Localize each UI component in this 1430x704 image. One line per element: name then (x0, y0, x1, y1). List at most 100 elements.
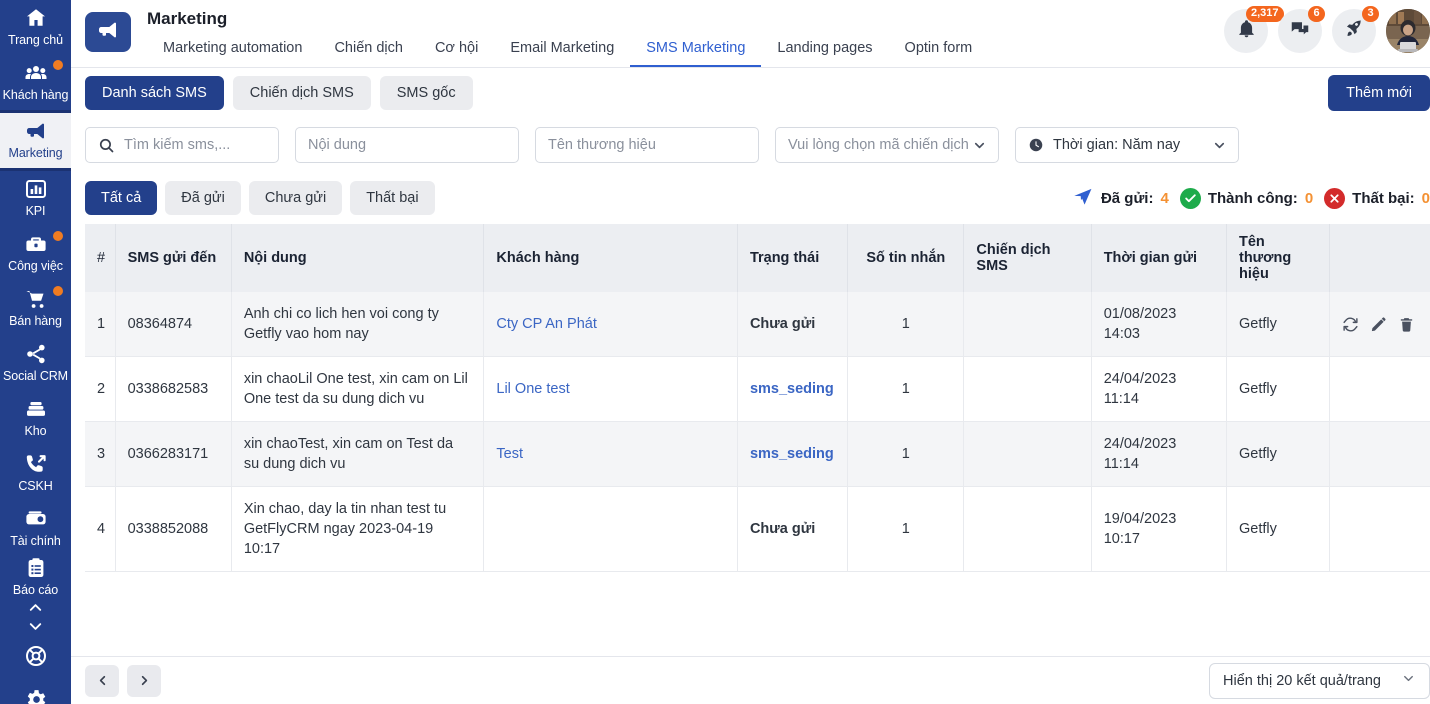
cell-index-value: 1 (97, 316, 106, 332)
campaign-select[interactable]: Vui lòng chọn mã chiến dịch (775, 127, 999, 163)
add-new-button[interactable]: Thêm mới (1328, 75, 1430, 111)
stat-failed: Thất bại: 0 (1324, 187, 1430, 209)
cell-content-value: Xin chao, day la tin nhan test tu GetFly… (243, 501, 447, 557)
tab-email-marketing[interactable]: Email Marketing (494, 40, 630, 67)
app-header: Marketing Marketing automation Chiến dịch… (71, 0, 1430, 68)
sidebar-support-button[interactable] (0, 644, 71, 673)
sidebar-item-kpi[interactable]: KPI (0, 171, 71, 226)
cell-brand-value: Getfly (1239, 381, 1277, 397)
notification-dot (53, 60, 63, 70)
sidebar-item-kho[interactable]: Kho (0, 391, 71, 446)
tab-marketing-automation[interactable]: Marketing automation (147, 40, 318, 67)
search-input[interactable]: Tìm kiếm sms,... (85, 127, 279, 163)
table-body: 1 08364874 Anh chi co lich hen voi cong ty… (85, 292, 1430, 572)
table-row[interactable]: 2 0338682583 xin chaoLil One test, xin cam… (85, 356, 1430, 422)
time-range-select[interactable]: Thời gian: Năm nay (1015, 127, 1239, 163)
sidebar-item-c-ng-vi-c[interactable]: Công việc (0, 226, 71, 281)
tab-chi-n-d-ch[interactable]: Chiến dịch (318, 40, 419, 67)
bar-chart-icon (24, 177, 48, 201)
delete-icon[interactable] (1398, 316, 1415, 333)
cell-message-count-value: 1 (901, 446, 910, 462)
clipboard-icon (24, 556, 48, 580)
main-area: Marketing Marketing automation Chiến dịch… (71, 0, 1430, 704)
tab-landing-pages[interactable]: Landing pages (761, 40, 888, 67)
content-input-placeholder: Nội dung (308, 137, 367, 153)
sidebar-item-t-i-ch-nh[interactable]: Tài chính (0, 501, 71, 556)
notification-dot (53, 231, 63, 241)
refresh-icon[interactable] (1342, 316, 1359, 333)
tab-optin-form[interactable]: Optin form (889, 40, 989, 67)
cell-actions (1329, 292, 1430, 357)
cell-brand-value: Getfly (1239, 316, 1277, 332)
sidebar-item-social-crm[interactable]: Social CRM (0, 336, 71, 391)
sidebar: Trang chủ Khách hàng Marketing KPI Công việc… (0, 0, 71, 704)
brand-input-placeholder: Tên thương hiệu (548, 137, 656, 153)
table-row[interactable]: 4 0338852088 Xin chao, day la tin nhan tes… (85, 486, 1430, 572)
status-filter-2[interactable]: Chưa gửi (248, 181, 343, 215)
sidebar-item-marketing[interactable]: Marketing (0, 113, 71, 168)
status-filter-3[interactable]: Thất bại (350, 181, 435, 215)
launcher-button[interactable]: 3 (1332, 6, 1379, 53)
sidebar-item-b-o-c-o[interactable]: Báo cáo (0, 556, 71, 598)
sidebar-item-cskh[interactable]: CSKH (0, 446, 71, 501)
cell-phone: 0338852088 (115, 486, 232, 572)
cell-actions (1329, 486, 1430, 572)
sidebar-scroll-up[interactable] (0, 598, 71, 617)
brand-input[interactable]: Tên thương hiệu (535, 127, 759, 163)
cell-phone-value: 0338682583 (127, 381, 209, 397)
avatar[interactable] (1386, 9, 1430, 53)
subtab-chi-n-d-ch-sms[interactable]: Chiến dịch SMS (232, 76, 371, 110)
table-row[interactable]: 3 0366283171 xin chaoTest, xin cam on Test… (85, 421, 1430, 487)
table-footer: Hiển thị 20 kết quả/trang (71, 656, 1430, 704)
cell-status-value[interactable]: sms_seding (750, 446, 834, 462)
column-header-2: Nội dung (231, 224, 485, 292)
stat-success-value: 0 (1304, 189, 1314, 207)
next-page-button[interactable] (127, 664, 161, 697)
column-header-4: Trạng thái (737, 224, 849, 292)
cell-sent-time: 19/04/2023 10:17 (1091, 486, 1228, 572)
sidebar-item-b-n-h-ng[interactable]: Bán hàng (0, 281, 71, 336)
per-page-select[interactable]: Hiển thị 20 kết quả/trang (1209, 662, 1430, 699)
cell-index-value: 2 (97, 381, 106, 397)
module-tabs: Marketing automation Chiến dịch Cơ hội Emai… (147, 35, 988, 67)
sidebar-item-trang-ch[interactable]: Trang chủ (0, 0, 71, 55)
cell-brand: Getfly (1226, 292, 1331, 357)
status-filter-0[interactable]: Tất cả (85, 181, 158, 215)
notifications-button[interactable]: 2,317 (1224, 6, 1284, 53)
tab-sms-marketing[interactable]: SMS Marketing (630, 40, 762, 67)
sidebar-scroll-down[interactable] (0, 617, 71, 636)
column-header-9 (1329, 224, 1430, 292)
share-icon (24, 342, 48, 366)
cell-brand: Getfly (1226, 486, 1331, 572)
cell-status-value[interactable]: sms_seding (750, 381, 834, 397)
table-row[interactable]: 1 08364874 Anh chi co lich hen voi cong ty… (85, 292, 1430, 357)
prev-page-button[interactable] (85, 664, 119, 697)
cell-customer-value[interactable]: Cty CP An Phát (496, 316, 596, 332)
cell-sent-time-value: 01/08/2023 14:03 (1103, 306, 1177, 342)
cell-message-count: 1 (847, 292, 965, 357)
subtab-sms-g-c[interactable]: SMS gốc (379, 76, 473, 110)
subtab-danh-s-ch-sms[interactable]: Danh sách SMS (85, 76, 224, 110)
tab-c-h-i[interactable]: Cơ hội (419, 40, 494, 67)
sidebar-item-label: Khách hàng (2, 88, 69, 102)
chevron-down-icon (1212, 138, 1227, 153)
cell-customer-value[interactable]: Test (496, 446, 523, 462)
sidebar-item-kh-ch-h-ng[interactable]: Khách hàng (0, 55, 71, 110)
cell-phone-value: 0366283171 (127, 446, 209, 462)
content-input[interactable]: Nội dung (295, 127, 519, 163)
sidebar-item-label: KPI (25, 204, 46, 218)
notifications-badge: 2,317 (1246, 6, 1284, 22)
status-filter-1[interactable]: Đã gửi (165, 181, 241, 215)
cell-content: Anh chi co lich hen voi cong ty Getfly v… (231, 292, 485, 357)
module-icon-badge[interactable] (85, 12, 131, 52)
sidebar-settings-button[interactable] (0, 687, 71, 704)
stat-success-label: Thành công: (1207, 189, 1298, 207)
edit-icon[interactable] (1370, 316, 1387, 333)
phone-outgoing-icon (24, 452, 48, 476)
sidebar-item-label: Công việc (8, 259, 63, 273)
messages-button[interactable]: 6 (1278, 6, 1325, 53)
search-input-placeholder: Tìm kiếm sms,... (124, 137, 231, 153)
cell-customer-value[interactable]: Lil One test (496, 381, 569, 397)
chevron-down-icon (972, 138, 987, 153)
cell-sent-time-value: 24/04/2023 11:14 (1103, 436, 1177, 472)
